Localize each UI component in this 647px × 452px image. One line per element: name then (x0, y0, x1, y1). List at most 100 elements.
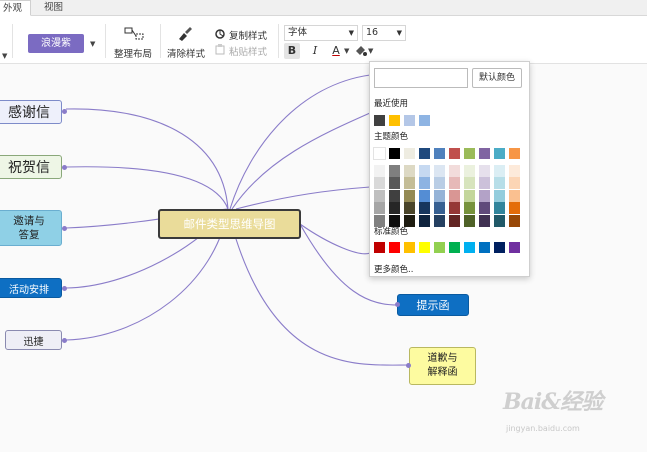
standard-color-swatch[interactable] (389, 242, 400, 253)
italic-button[interactable]: I (307, 43, 323, 59)
copy-style-label[interactable]: 复制样式 (229, 28, 267, 42)
standard-color-swatch[interactable] (404, 242, 415, 253)
theme-color-swatch[interactable] (479, 177, 490, 189)
clear-style-label[interactable]: 清除样式 (167, 46, 205, 60)
theme-color-swatch[interactable] (404, 202, 415, 214)
standard-color-swatch[interactable] (509, 242, 520, 253)
font-family-select[interactable]: 字体 ▼ (284, 25, 358, 41)
theme-color-swatch[interactable] (479, 190, 490, 202)
theme-color-swatch[interactable] (404, 190, 415, 202)
theme-color-swatch[interactable] (449, 165, 460, 177)
standard-color-swatch[interactable] (494, 242, 505, 253)
fill-color-dropdown-icon[interactable]: ▼ (368, 47, 373, 55)
standard-color-swatch[interactable] (449, 242, 460, 253)
theme-color-swatch[interactable] (464, 177, 475, 189)
font-color-dropdown-icon[interactable]: ▼ (344, 47, 349, 55)
theme-color-swatch[interactable] (419, 190, 430, 202)
recent-color-swatch[interactable] (374, 115, 385, 126)
topic-node[interactable]: 活动安排 (0, 278, 62, 298)
theme-color-swatch[interactable] (449, 148, 460, 159)
recent-color-swatch[interactable] (419, 115, 430, 126)
topic-node[interactable]: 邀请与 答复 (0, 210, 62, 246)
theme-color-swatch[interactable] (404, 165, 415, 177)
theme-color-swatch[interactable] (389, 202, 400, 214)
theme-color-swatch[interactable] (434, 148, 445, 159)
theme-color-swatch[interactable] (449, 190, 460, 202)
theme-color-swatch[interactable] (494, 148, 505, 159)
theme-color-swatch[interactable] (479, 215, 490, 227)
theme-color-swatch[interactable] (434, 177, 445, 189)
theme-color-swatch[interactable] (389, 177, 400, 189)
theme-color-swatch[interactable] (509, 190, 520, 202)
theme-color-swatch[interactable] (464, 202, 475, 214)
standard-color-swatch[interactable] (434, 242, 445, 253)
theme-color-swatch[interactable] (509, 148, 520, 159)
theme-color-swatch[interactable] (479, 202, 490, 214)
theme-color-swatch[interactable] (373, 147, 386, 160)
theme-color-swatch[interactable] (374, 177, 385, 189)
theme-color-swatch[interactable] (434, 165, 445, 177)
theme-color-swatch[interactable] (509, 165, 520, 177)
theme-color-swatch[interactable] (464, 165, 475, 177)
theme-color-swatch[interactable] (494, 190, 505, 202)
recent-color-swatch[interactable] (404, 115, 415, 126)
color-hex-input[interactable] (374, 68, 468, 88)
theme-color-swatch[interactable] (479, 148, 490, 159)
tidy-layout-label[interactable]: 整理布局 (114, 46, 152, 60)
theme-color-swatch[interactable] (374, 202, 385, 214)
font-color-button[interactable]: A (328, 43, 344, 59)
theme-color-swatch[interactable] (389, 215, 400, 227)
topic-node[interactable]: 提示函 (397, 294, 469, 316)
theme-color-swatch[interactable] (509, 215, 520, 227)
theme-color-swatch[interactable] (374, 165, 385, 177)
paste-style-label[interactable]: 粘贴样式 (229, 44, 267, 58)
topic-node[interactable]: 感谢信 (0, 100, 62, 124)
theme-color-swatch[interactable] (509, 177, 520, 189)
theme-color-swatch[interactable] (404, 148, 415, 159)
theme-color-swatch[interactable] (494, 165, 505, 177)
tab-view[interactable]: 视图 (36, 0, 71, 16)
theme-color-swatch[interactable] (494, 215, 505, 227)
theme-color-swatch[interactable] (404, 177, 415, 189)
tidy-layout-icon[interactable] (124, 26, 144, 42)
theme-color-swatch[interactable] (464, 148, 475, 159)
theme-color-swatch[interactable] (494, 202, 505, 214)
theme-color-swatch[interactable] (434, 202, 445, 214)
theme-color-swatch[interactable] (434, 190, 445, 202)
theme-color-swatch[interactable] (419, 177, 430, 189)
theme-color-swatch[interactable] (449, 202, 460, 214)
standard-color-swatch[interactable] (374, 242, 385, 253)
topic-node[interactable]: 道歉与 解释函 (409, 347, 476, 385)
theme-color-swatch[interactable] (404, 215, 415, 227)
standard-color-swatch[interactable] (419, 242, 430, 253)
standard-color-swatch[interactable] (479, 242, 490, 253)
theme-color-swatch[interactable] (464, 190, 475, 202)
theme-dropdown-icon[interactable]: ▼ (90, 40, 95, 48)
copy-style-icon[interactable] (214, 28, 226, 40)
theme-color-swatch[interactable] (419, 215, 430, 227)
theme-color-swatch[interactable] (389, 165, 400, 177)
theme-color-swatch[interactable] (434, 215, 445, 227)
theme-color-swatch[interactable] (419, 165, 430, 177)
fill-color-icon[interactable] (353, 43, 368, 58)
default-color-button[interactable]: 默认颜色 (472, 68, 522, 88)
theme-color-swatch[interactable] (494, 177, 505, 189)
theme-color-swatch[interactable] (389, 148, 400, 159)
theme-button[interactable]: 浪漫紫 (28, 34, 84, 53)
theme-color-swatch[interactable] (419, 202, 430, 214)
central-topic[interactable]: 邮件类型思维导图 (158, 209, 301, 239)
standard-color-swatch[interactable] (464, 242, 475, 253)
more-colors-link[interactable]: 更多颜色.. (374, 263, 413, 275)
theme-color-swatch[interactable] (419, 148, 430, 159)
bold-button[interactable]: B (284, 43, 300, 59)
tab-appearance[interactable]: 外观 (0, 0, 32, 16)
theme-color-swatch[interactable] (464, 215, 475, 227)
theme-color-swatch[interactable] (374, 215, 385, 227)
brush-icon[interactable] (176, 26, 194, 42)
theme-color-swatch[interactable] (389, 190, 400, 202)
theme-color-swatch[interactable] (374, 190, 385, 202)
topic-node[interactable]: 祝贺信 (0, 155, 62, 179)
topic-node[interactable]: 迅捷 (5, 330, 62, 350)
font-size-select[interactable]: 16 ▼ (362, 25, 406, 41)
theme-color-swatch[interactable] (449, 177, 460, 189)
